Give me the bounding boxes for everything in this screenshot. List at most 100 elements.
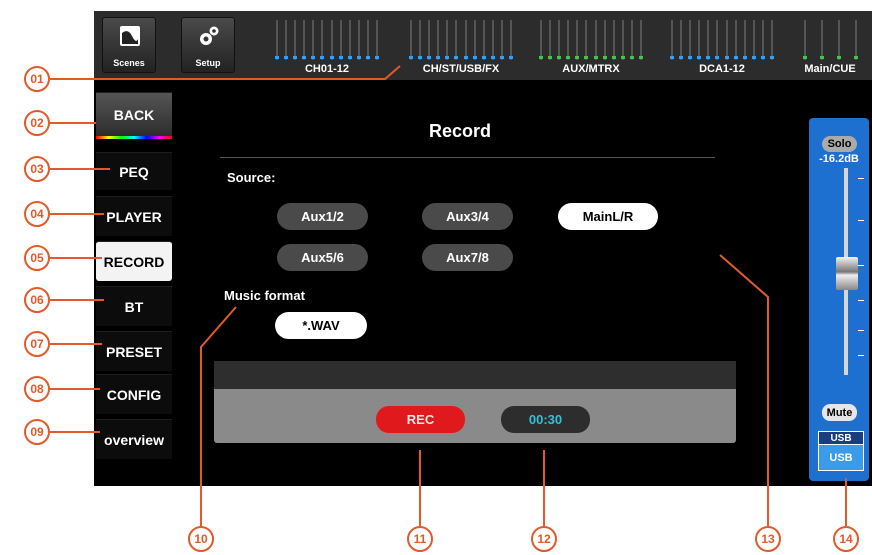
channel-meters xyxy=(406,20,516,60)
menu-item-player[interactable]: PLAYER xyxy=(96,196,172,236)
mute-button[interactable]: Mute xyxy=(822,404,857,421)
channel-dot xyxy=(547,56,552,59)
meter-bar xyxy=(501,20,504,60)
source-label: Source: xyxy=(227,170,276,185)
source-aux3-4-button[interactable]: Aux3/4 xyxy=(422,203,513,230)
meter-bar xyxy=(473,20,476,60)
channel-dot xyxy=(491,56,496,59)
meter-bar xyxy=(446,20,449,60)
meter-bar xyxy=(670,20,673,60)
fader-level-readout: -16.2dB xyxy=(819,153,859,165)
channel-dot xyxy=(556,56,561,59)
channel-dot xyxy=(274,56,279,59)
channel-dot xyxy=(436,56,441,59)
channel-dot xyxy=(375,56,380,59)
channel-dot xyxy=(802,56,807,59)
menu-item-record[interactable]: RECORD xyxy=(96,241,172,281)
callout-07: 07 xyxy=(24,331,50,357)
menu-item-config[interactable]: CONFIG xyxy=(96,374,172,414)
group-aux-mtrx[interactable]: AUX/MTRX xyxy=(530,14,652,78)
record-progress-area xyxy=(214,361,736,389)
callout-04: 04 xyxy=(24,201,50,227)
menu-item-bt[interactable]: BT xyxy=(96,286,172,326)
scenes-button[interactable]: Scenes xyxy=(102,17,156,73)
channel-dots xyxy=(796,56,864,60)
meter-bar xyxy=(348,20,351,60)
group-label: CH01-12 xyxy=(304,63,350,75)
source-aux1-2-button[interactable]: Aux1/2 xyxy=(277,203,368,230)
meter-bar xyxy=(854,20,857,60)
meter-bar xyxy=(548,20,551,60)
callout-02: 02 xyxy=(24,110,50,136)
source-aux7-8-button[interactable]: Aux7/8 xyxy=(422,244,513,271)
page-title: Record xyxy=(428,121,491,141)
group-label: DCA1-12 xyxy=(699,63,745,75)
channel-dot xyxy=(454,56,459,59)
channel-dot xyxy=(426,56,431,59)
meter-bar xyxy=(376,20,379,60)
callout-03: 03 xyxy=(24,156,50,182)
setup-button[interactable]: Setup xyxy=(181,17,235,73)
channel-dot xyxy=(752,56,757,59)
meter-bar xyxy=(688,20,691,60)
meter-bar xyxy=(557,20,560,60)
record-timer: 00:30 xyxy=(501,406,590,433)
channel-meters xyxy=(667,20,777,60)
meter-bar xyxy=(612,20,615,60)
channel-dot xyxy=(481,56,486,59)
solo-button[interactable]: Solo xyxy=(822,136,857,152)
fader-tick xyxy=(858,265,864,266)
channel-dot xyxy=(347,56,352,59)
source-aux5-6-button[interactable]: Aux5/6 xyxy=(277,244,368,271)
meter-bar xyxy=(820,20,823,60)
source-mainlr-button[interactable]: MainL/R xyxy=(558,203,658,230)
channel-dot xyxy=(678,56,683,59)
channel-dot xyxy=(408,56,413,59)
group-label: Main/CUE xyxy=(804,63,856,75)
scenes-icon xyxy=(120,26,140,46)
channel-dot xyxy=(687,56,692,59)
back-button[interactable]: BACK xyxy=(96,92,172,136)
rec-button[interactable]: REC xyxy=(376,406,465,433)
menu-item-overview[interactable]: overview xyxy=(96,419,172,459)
channel-dot xyxy=(593,56,598,59)
meter-bar xyxy=(567,20,570,60)
meter-bar xyxy=(482,20,485,60)
channel-dot xyxy=(715,56,720,59)
channel-dots xyxy=(406,56,516,60)
channel-dot xyxy=(669,56,674,59)
meter-bar xyxy=(803,20,806,60)
fader-handle[interactable] xyxy=(836,257,858,290)
meter-bar xyxy=(492,20,495,60)
menu-item-preset[interactable]: PRESET xyxy=(96,331,172,371)
channel-dot xyxy=(630,56,635,59)
group-ch-st-usb-fx[interactable]: CH/ST/USB/FX xyxy=(400,14,522,78)
meter-bar xyxy=(725,20,728,60)
group-main-cue[interactable]: Main/CUE xyxy=(790,14,870,78)
group-ch01-12[interactable]: CH01-12 xyxy=(266,14,388,78)
format-wav-button[interactable]: *.WAV xyxy=(275,312,367,339)
channel-dot xyxy=(302,56,307,59)
channel-dot xyxy=(742,56,747,59)
channel-dots xyxy=(667,56,777,60)
meter-bar xyxy=(437,20,440,60)
meter-bar xyxy=(594,20,597,60)
channel-dot xyxy=(697,56,702,59)
meter-bar xyxy=(510,20,513,60)
menu-item-peq[interactable]: PEQ xyxy=(96,152,172,190)
callout-13: 13 xyxy=(755,526,781,552)
meter-bar xyxy=(640,20,643,60)
meter-bar xyxy=(303,20,306,60)
channel-dot xyxy=(472,56,477,59)
usb-channel-button[interactable]: USB xyxy=(818,444,864,471)
meter-bar xyxy=(753,20,756,60)
callout-11: 11 xyxy=(407,526,433,552)
group-dca1-12[interactable]: DCA1-12 xyxy=(661,14,783,78)
channel-dot xyxy=(500,56,505,59)
title-divider xyxy=(220,157,715,158)
meter-bar xyxy=(603,20,606,60)
meter-bar xyxy=(418,20,421,60)
channel-dot xyxy=(538,56,543,59)
fader-tick xyxy=(858,355,864,356)
channel-dot xyxy=(819,56,824,59)
